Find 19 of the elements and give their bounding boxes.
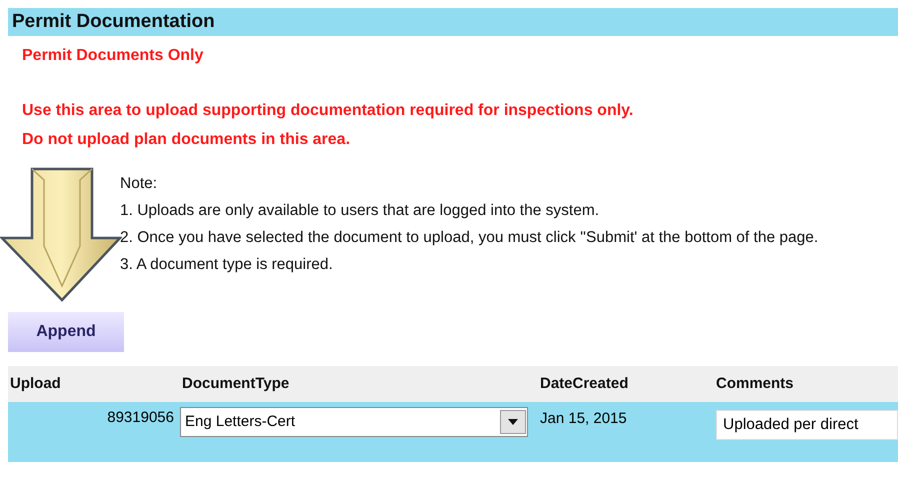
note-item: 1. Uploads are only available to users that are logged into the system. bbox=[120, 201, 600, 221]
note-item: 3. A document type is required. bbox=[120, 255, 333, 275]
append-button[interactable]: Append bbox=[8, 312, 124, 352]
caret-icon bbox=[500, 410, 526, 434]
upload-id: 89319056 bbox=[107, 408, 174, 428]
document-type-dropdown[interactable]: Eng Letters-Cert bbox=[180, 407, 528, 437]
warning-text: Use this area to upload supporting documentation required for inspections only. bbox=[22, 101, 634, 121]
warning-text: Do not upload plan documents in this area. bbox=[22, 130, 350, 150]
date-created: Jan 15, 2015 bbox=[540, 410, 627, 427]
section-title: Permit Documentation bbox=[8, 8, 898, 36]
comments-field[interactable]: Uploaded per direct bbox=[716, 410, 898, 440]
note-heading: Note: bbox=[120, 174, 158, 194]
column-header: DateCreated bbox=[540, 375, 628, 392]
column-header: Comments bbox=[716, 375, 794, 392]
note-item: 2. Once you have selected the document to upload, you must click ''Submit' at the bottom of the page. bbox=[120, 228, 818, 248]
down-arrow-icon bbox=[0, 166, 122, 304]
column-header: Upload bbox=[10, 375, 61, 392]
warning-text: Permit Documents Only bbox=[22, 46, 204, 66]
column-header: DocumentType bbox=[182, 375, 290, 392]
